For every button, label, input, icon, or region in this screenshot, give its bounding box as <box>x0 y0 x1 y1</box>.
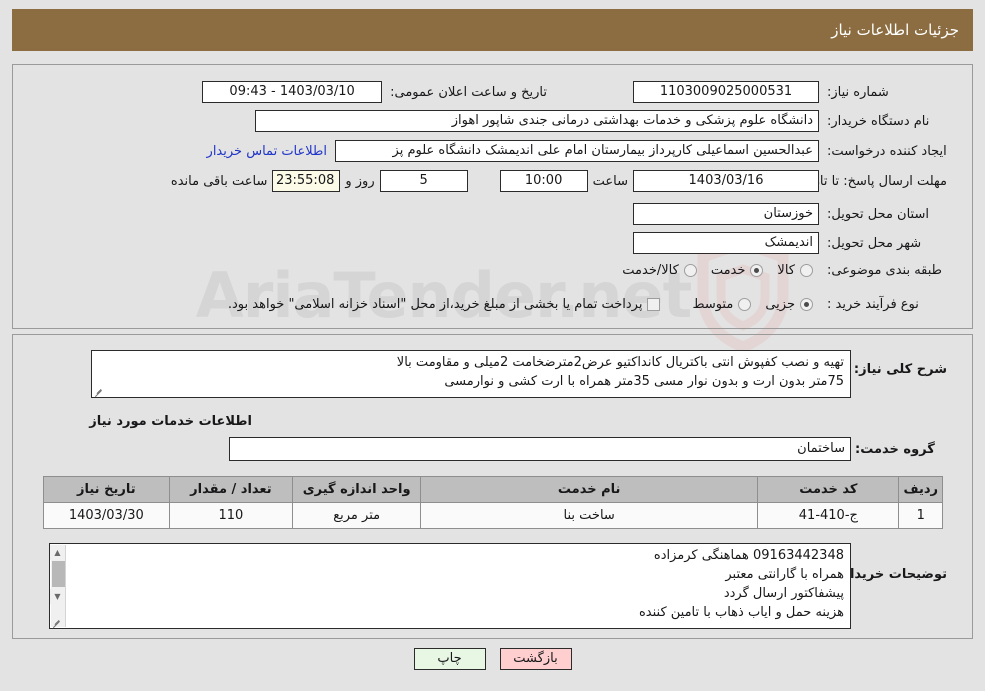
services-table: ردیف کد خدمت نام خدمت واحد اندازه گیری ت… <box>43 476 943 529</box>
purchase-type-option-medium-label: متوسط <box>692 297 734 312</box>
deadline-countdown-value: 23:55:08 <box>272 170 341 192</box>
treasury-bond-checkbox-option[interactable]: پرداخت تمام یا بخشی از مبلغ خرید،از محل … <box>228 297 661 312</box>
cell-service-code: ج-410-41 <box>757 502 900 529</box>
col-row-no: ردیف <box>898 476 943 503</box>
deadline-days-value: 5 <box>379 170 468 192</box>
city-label: شهر محل تحویل: <box>827 235 922 251</box>
purchase-type-option-minor-label: جزیی <box>765 297 795 312</box>
treasury-bond-checkbox-label: پرداخت تمام یا بخشی از مبلغ خرید،از محل … <box>227 297 643 312</box>
city-value: اندیمشک <box>633 232 819 254</box>
general-desc-value: تهیه و نصب کفپوش انتی باکتریال کانداکتیو… <box>396 355 844 389</box>
page-title: جزئیات اطلاعات نیاز <box>831 21 959 39</box>
row-city: شهر محل تحویل: اندیمشک <box>37 232 947 254</box>
radio-goods-icon[interactable] <box>800 264 813 277</box>
scroll-up-arrow-icon[interactable]: ▲ <box>50 545 65 560</box>
announce-datetime-value: 1403/03/10 - 09:43 <box>202 81 383 103</box>
table-row: 1 ج-410-41 ساخت بنا متر مربع 110 1403/03… <box>43 502 943 529</box>
col-service-code: کد خدمت <box>757 476 900 503</box>
page-title-bar: جزئیات اطلاعات نیاز <box>12 9 973 51</box>
need-number-label: شماره نیاز: <box>827 84 889 100</box>
category-option-service[interactable]: خدمت <box>711 263 764 278</box>
province-value: خوزستان <box>633 203 819 225</box>
services-section-title: اطلاعات خدمات مورد نیاز <box>89 414 252 429</box>
deadline-days-label: روز و <box>345 173 375 189</box>
buyer-org-value: دانشگاه علوم پزشکی و خدمات بهداشتی درمان… <box>255 110 819 132</box>
cell-row-no: 1 <box>898 502 943 529</box>
service-group-label: گروه خدمت: <box>855 441 935 457</box>
row-purchase-type: نوع فرآیند خرید : جزیی متوسط پرداخت تمام… <box>37 297 947 312</box>
buyer-notes-label: توضیحات خریدار: <box>837 567 947 582</box>
buyer-notes-value: 09163442348 هماهنگی کرمزاده همراه با گار… <box>638 548 844 620</box>
treasury-bond-checkbox-icon[interactable] <box>647 298 661 311</box>
cell-unit: متر مربع <box>292 502 422 529</box>
row-buyer-notes: توضیحات خریدار: 09163442348 هماهنگی کرمز… <box>37 543 947 629</box>
row-requester: ایجاد کننده درخواست: عبدالحسین اسماعیلی … <box>37 140 947 162</box>
page-root: AriaTender.net جزئیات اطلاعات نیاز شماره… <box>0 0 985 691</box>
category-option-goods-service[interactable]: کالا/خدمت <box>622 263 697 278</box>
scrollbar-thumb[interactable] <box>52 561 65 587</box>
need-info-panel <box>12 64 973 329</box>
deadline-date-value: 1403/03/16 <box>633 170 819 192</box>
buyer-notes-scrollbar[interactable]: ▲ ▼ <box>50 545 66 627</box>
print-button[interactable]: چاپ <box>413 648 486 670</box>
buyer-org-label: نام دستگاه خریدار: <box>827 113 930 129</box>
requester-label: ایجاد کننده درخواست: <box>827 143 947 159</box>
category-label: طبقه بندی موضوعی: <box>827 263 943 278</box>
row-need-number: شماره نیاز: 1103009025000531 تاریخ و ساع… <box>37 81 947 103</box>
radio-goods-service-icon[interactable] <box>683 264 697 277</box>
back-button[interactable]: بازگشت <box>499 648 572 670</box>
cell-quantity: 110 <box>168 502 294 529</box>
col-quantity: تعداد / مقدار <box>168 476 294 503</box>
cell-service-name: ساخت بنا <box>420 502 759 529</box>
buyer-contact-link[interactable]: اطلاعات تماس خریدار <box>207 144 327 159</box>
footer-buttons: بازگشت چاپ <box>0 648 985 670</box>
general-desc-label: شرح کلی نیاز: <box>853 362 947 377</box>
row-general-desc: شرح کلی نیاز: تهیه و نصب کفپوش انتی باکت… <box>37 350 947 398</box>
radio-service-icon[interactable] <box>750 264 764 277</box>
deadline-countdown-label: ساعت باقی مانده <box>170 173 268 189</box>
table-header-row: ردیف کد خدمت نام خدمت واحد اندازه گیری ت… <box>43 476 943 503</box>
general-desc-box[interactable]: تهیه و نصب کفپوش انتی باکتریال کانداکتیو… <box>91 350 851 398</box>
scroll-down-arrow-icon[interactable]: ▼ <box>50 589 65 604</box>
purchase-type-label: نوع فرآیند خرید : <box>827 297 919 312</box>
row-province: استان محل تحویل: خوزستان <box>37 203 947 225</box>
row-buyer-org: نام دستگاه خریدار: دانشگاه علوم پزشکی و … <box>37 110 947 132</box>
col-service-name: نام خدمت <box>420 476 759 503</box>
row-category: طبقه بندی موضوعی: کالا خدمت کالا/خدمت <box>37 263 947 278</box>
radio-minor-icon[interactable] <box>800 298 813 311</box>
row-service-group: گروه خدمت: ساختمان <box>37 437 947 461</box>
category-option-goods-service-label: کالا/خدمت <box>622 263 679 278</box>
need-number-value: 1103009025000531 <box>633 81 819 103</box>
announce-datetime-label: تاریخ و ساعت اعلان عمومی: <box>390 84 547 100</box>
deadline-time-value: 10:00 <box>499 170 588 192</box>
purchase-type-option-medium[interactable]: متوسط <box>692 297 752 312</box>
service-group-value: ساختمان <box>229 437 851 461</box>
category-option-goods-label: کالا <box>777 263 795 278</box>
cell-need-date: 1403/03/30 <box>43 502 170 529</box>
deadline-label: مهلت ارسال پاسخ: تا تاریخ: <box>797 173 947 189</box>
buyer-notes-box[interactable]: 09163442348 هماهنگی کرمزاده همراه با گار… <box>49 543 851 629</box>
category-option-service-label: خدمت <box>710 263 746 278</box>
requester-value: عبدالحسین اسماعیلی کارپرداز بیمارستان ام… <box>335 140 819 162</box>
province-label: استان محل تحویل: <box>827 206 929 222</box>
radio-medium-icon[interactable] <box>738 298 752 311</box>
deadline-time-label: ساعت <box>592 173 628 189</box>
col-need-date: تاریخ نیاز <box>43 476 170 503</box>
purchase-type-option-minor[interactable]: جزیی <box>765 297 813 312</box>
category-option-goods[interactable]: کالا <box>777 263 813 278</box>
row-deadline: مهلت ارسال پاسخ: تا تاریخ: 1403/03/16 سا… <box>37 170 947 192</box>
col-unit: واحد اندازه گیری <box>292 476 422 503</box>
